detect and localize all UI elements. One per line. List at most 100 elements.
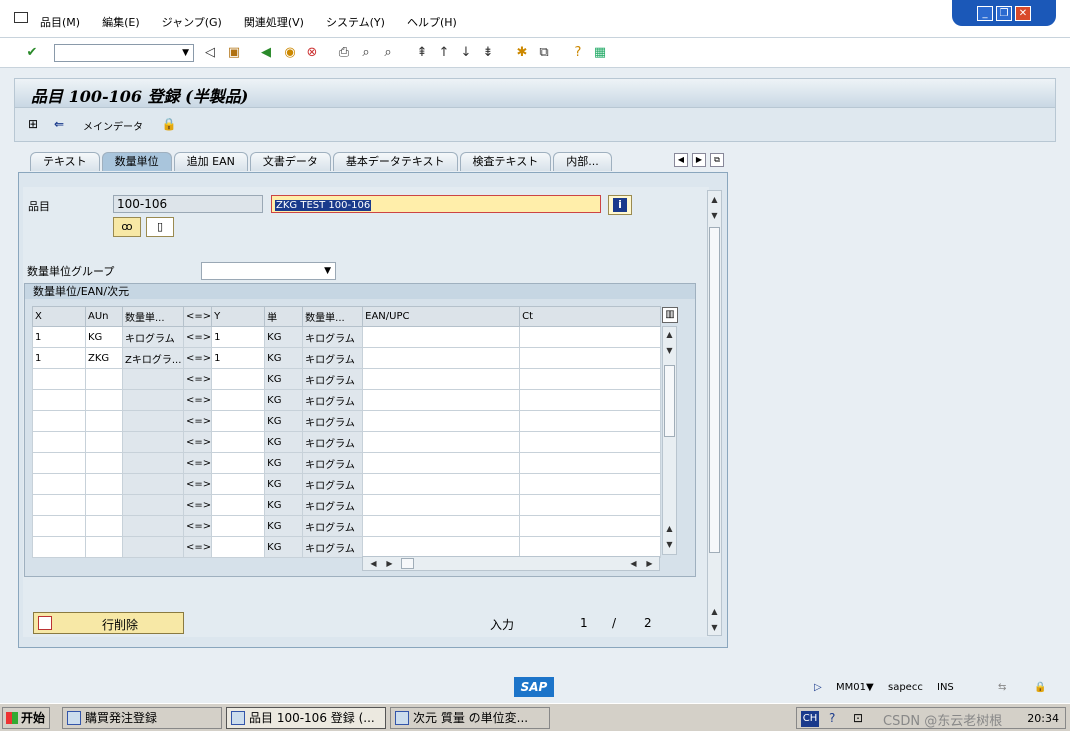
column-header[interactable]: 単 bbox=[264, 306, 304, 327]
table-cell[interactable] bbox=[32, 473, 86, 495]
column-header[interactable]: 数量単... bbox=[302, 306, 364, 327]
tab-1[interactable]: 数量単位 bbox=[101, 152, 172, 171]
table-cell[interactable]: 1 bbox=[211, 347, 266, 369]
panel-vertical-scrollbar[interactable]: ▲ ▼ ▲ ▼ bbox=[707, 190, 722, 636]
table-cell[interactable] bbox=[211, 536, 266, 558]
column-header[interactable]: AUn bbox=[85, 306, 123, 327]
table-cell[interactable] bbox=[85, 410, 123, 432]
back-icon[interactable]: ◀ bbox=[258, 45, 274, 61]
table-cell[interactable] bbox=[362, 473, 521, 495]
find-icon[interactable]: ⌕ bbox=[358, 45, 374, 61]
table-cell[interactable] bbox=[85, 536, 123, 558]
column-header[interactable]: Ct bbox=[519, 306, 662, 327]
taskbar-item-unit-conversion[interactable]: 次元 質量 の単位変... bbox=[390, 707, 550, 729]
glasses-button[interactable]: ꝏ bbox=[113, 217, 141, 237]
document-button[interactable]: ▯ bbox=[146, 217, 174, 237]
taskbar-item-purchase-order[interactable]: 購買発注登録 bbox=[62, 707, 222, 729]
delete-row-button[interactable]: 行削除 bbox=[33, 612, 184, 634]
table-cell[interactable] bbox=[211, 515, 266, 537]
tab-5[interactable]: 検査テキスト bbox=[459, 152, 552, 171]
print-icon[interactable]: ⎙ bbox=[336, 45, 352, 61]
scroll-up-icon[interactable]: ▲ bbox=[708, 605, 721, 618]
table-cell[interactable]: KG bbox=[85, 326, 123, 348]
restore-button[interactable]: ❐ bbox=[996, 5, 1012, 21]
table-cell[interactable] bbox=[211, 452, 266, 474]
help-icon[interactable]: ? bbox=[570, 45, 586, 61]
table-cell[interactable] bbox=[85, 368, 123, 390]
column-header[interactable]: 数量単... bbox=[122, 306, 184, 327]
next-page-icon[interactable]: ↓ bbox=[458, 45, 474, 61]
column-header[interactable]: EAN/UPC bbox=[362, 306, 521, 327]
column-header[interactable]: <=> bbox=[182, 306, 213, 327]
uom-group-dropdown[interactable]: ▼ bbox=[201, 262, 336, 280]
table-vertical-scrollbar[interactable]: ▲ ▼ ▲ ▼ bbox=[662, 326, 677, 555]
scroll-right-icon[interactable]: ▶ bbox=[643, 557, 656, 570]
table-cell[interactable] bbox=[519, 389, 662, 411]
table-cell[interactable] bbox=[362, 431, 521, 453]
column-header[interactable]: X bbox=[32, 306, 86, 327]
menu-item[interactable]: システム(Y) bbox=[326, 14, 385, 30]
network-icon[interactable]: ⊡ bbox=[853, 711, 863, 725]
main-data-button[interactable]: メインデータ bbox=[83, 118, 143, 133]
table-cell[interactable] bbox=[32, 431, 86, 453]
table-cell[interactable] bbox=[32, 410, 86, 432]
shortcut-icon[interactable]: ⧉ bbox=[536, 45, 552, 61]
table-cell[interactable] bbox=[362, 389, 521, 411]
table-cell[interactable] bbox=[519, 368, 662, 390]
scroll-thumb[interactable] bbox=[709, 227, 720, 553]
table-cell[interactable] bbox=[519, 347, 662, 369]
table-cell[interactable] bbox=[362, 452, 521, 474]
scroll-up-icon[interactable]: ▲ bbox=[663, 522, 676, 535]
table-cell[interactable] bbox=[519, 326, 662, 348]
table-cell[interactable] bbox=[362, 515, 521, 537]
table-cell[interactable] bbox=[519, 410, 662, 432]
previous-page-icon[interactable]: ↑ bbox=[436, 45, 452, 61]
table-cell[interactable]: 1 bbox=[32, 347, 86, 369]
scroll-down-icon[interactable]: ▼ bbox=[663, 538, 676, 551]
chevron-down-icon[interactable]: ▼ bbox=[866, 682, 874, 693]
description-field[interactable]: ZKG TEST 100-106 bbox=[271, 195, 601, 213]
table-cell[interactable] bbox=[362, 326, 521, 348]
table-cell[interactable] bbox=[519, 515, 662, 537]
lock-icon[interactable]: 🔒 bbox=[161, 117, 177, 133]
scroll-thumb[interactable] bbox=[664, 365, 675, 437]
chevron-down-icon[interactable]: ▼ bbox=[324, 263, 331, 279]
table-cell[interactable] bbox=[85, 515, 123, 537]
tab-3[interactable]: 文書データ bbox=[249, 152, 331, 171]
column-header[interactable]: Y bbox=[211, 306, 266, 327]
layout-menu-icon[interactable]: ▦ bbox=[592, 45, 608, 61]
table-cell[interactable]: 1 bbox=[32, 326, 86, 348]
tab-0[interactable]: テキスト bbox=[30, 152, 100, 171]
table-cell[interactable] bbox=[85, 452, 123, 474]
first-page-icon[interactable]: ⇞ bbox=[414, 45, 430, 61]
tab-scroll-right-icon[interactable]: ▶ bbox=[692, 153, 706, 167]
last-page-icon[interactable]: ⇟ bbox=[480, 45, 496, 61]
scroll-right-icon[interactable]: ▶ bbox=[383, 557, 396, 570]
table-cell[interactable] bbox=[362, 410, 521, 432]
taskbar-item-material-create[interactable]: 品目 100-106 登録 (... bbox=[226, 707, 386, 729]
scroll-left-icon[interactable]: ◀ bbox=[627, 557, 640, 570]
grid-settings-icon[interactable]: ▥ bbox=[662, 307, 678, 323]
table-cell[interactable] bbox=[32, 368, 86, 390]
table-cell[interactable] bbox=[519, 473, 662, 495]
table-cell[interactable] bbox=[519, 494, 662, 516]
menu-item[interactable]: ジャンプ(G) bbox=[162, 14, 222, 30]
cancel-icon[interactable]: ⊗ bbox=[304, 45, 320, 61]
status-expand-icon[interactable]: ▷ bbox=[814, 682, 822, 693]
help-icon[interactable]: ? bbox=[829, 711, 835, 725]
menu-item[interactable]: 関連処理(V) bbox=[244, 14, 304, 30]
menu-item[interactable]: ヘルプ(H) bbox=[407, 14, 457, 30]
table-cell[interactable] bbox=[211, 431, 266, 453]
tab-scroll-left-icon[interactable]: ◀ bbox=[674, 153, 688, 167]
command-field[interactable]: ▼ bbox=[54, 44, 194, 62]
table-cell[interactable] bbox=[85, 389, 123, 411]
scroll-up-icon[interactable]: ▲ bbox=[663, 328, 676, 341]
table-cell[interactable] bbox=[211, 410, 266, 432]
table-cell[interactable] bbox=[32, 536, 86, 558]
chevron-down-icon[interactable]: ▼ bbox=[182, 48, 189, 58]
save-icon[interactable]: ▣ bbox=[226, 45, 242, 61]
scroll-left-icon[interactable]: ◀ bbox=[367, 557, 380, 570]
scroll-up-icon[interactable]: ▲ bbox=[708, 193, 721, 206]
tab-4[interactable]: 基本データテキスト bbox=[332, 152, 458, 171]
menu-item[interactable]: 編集(E) bbox=[102, 14, 140, 30]
